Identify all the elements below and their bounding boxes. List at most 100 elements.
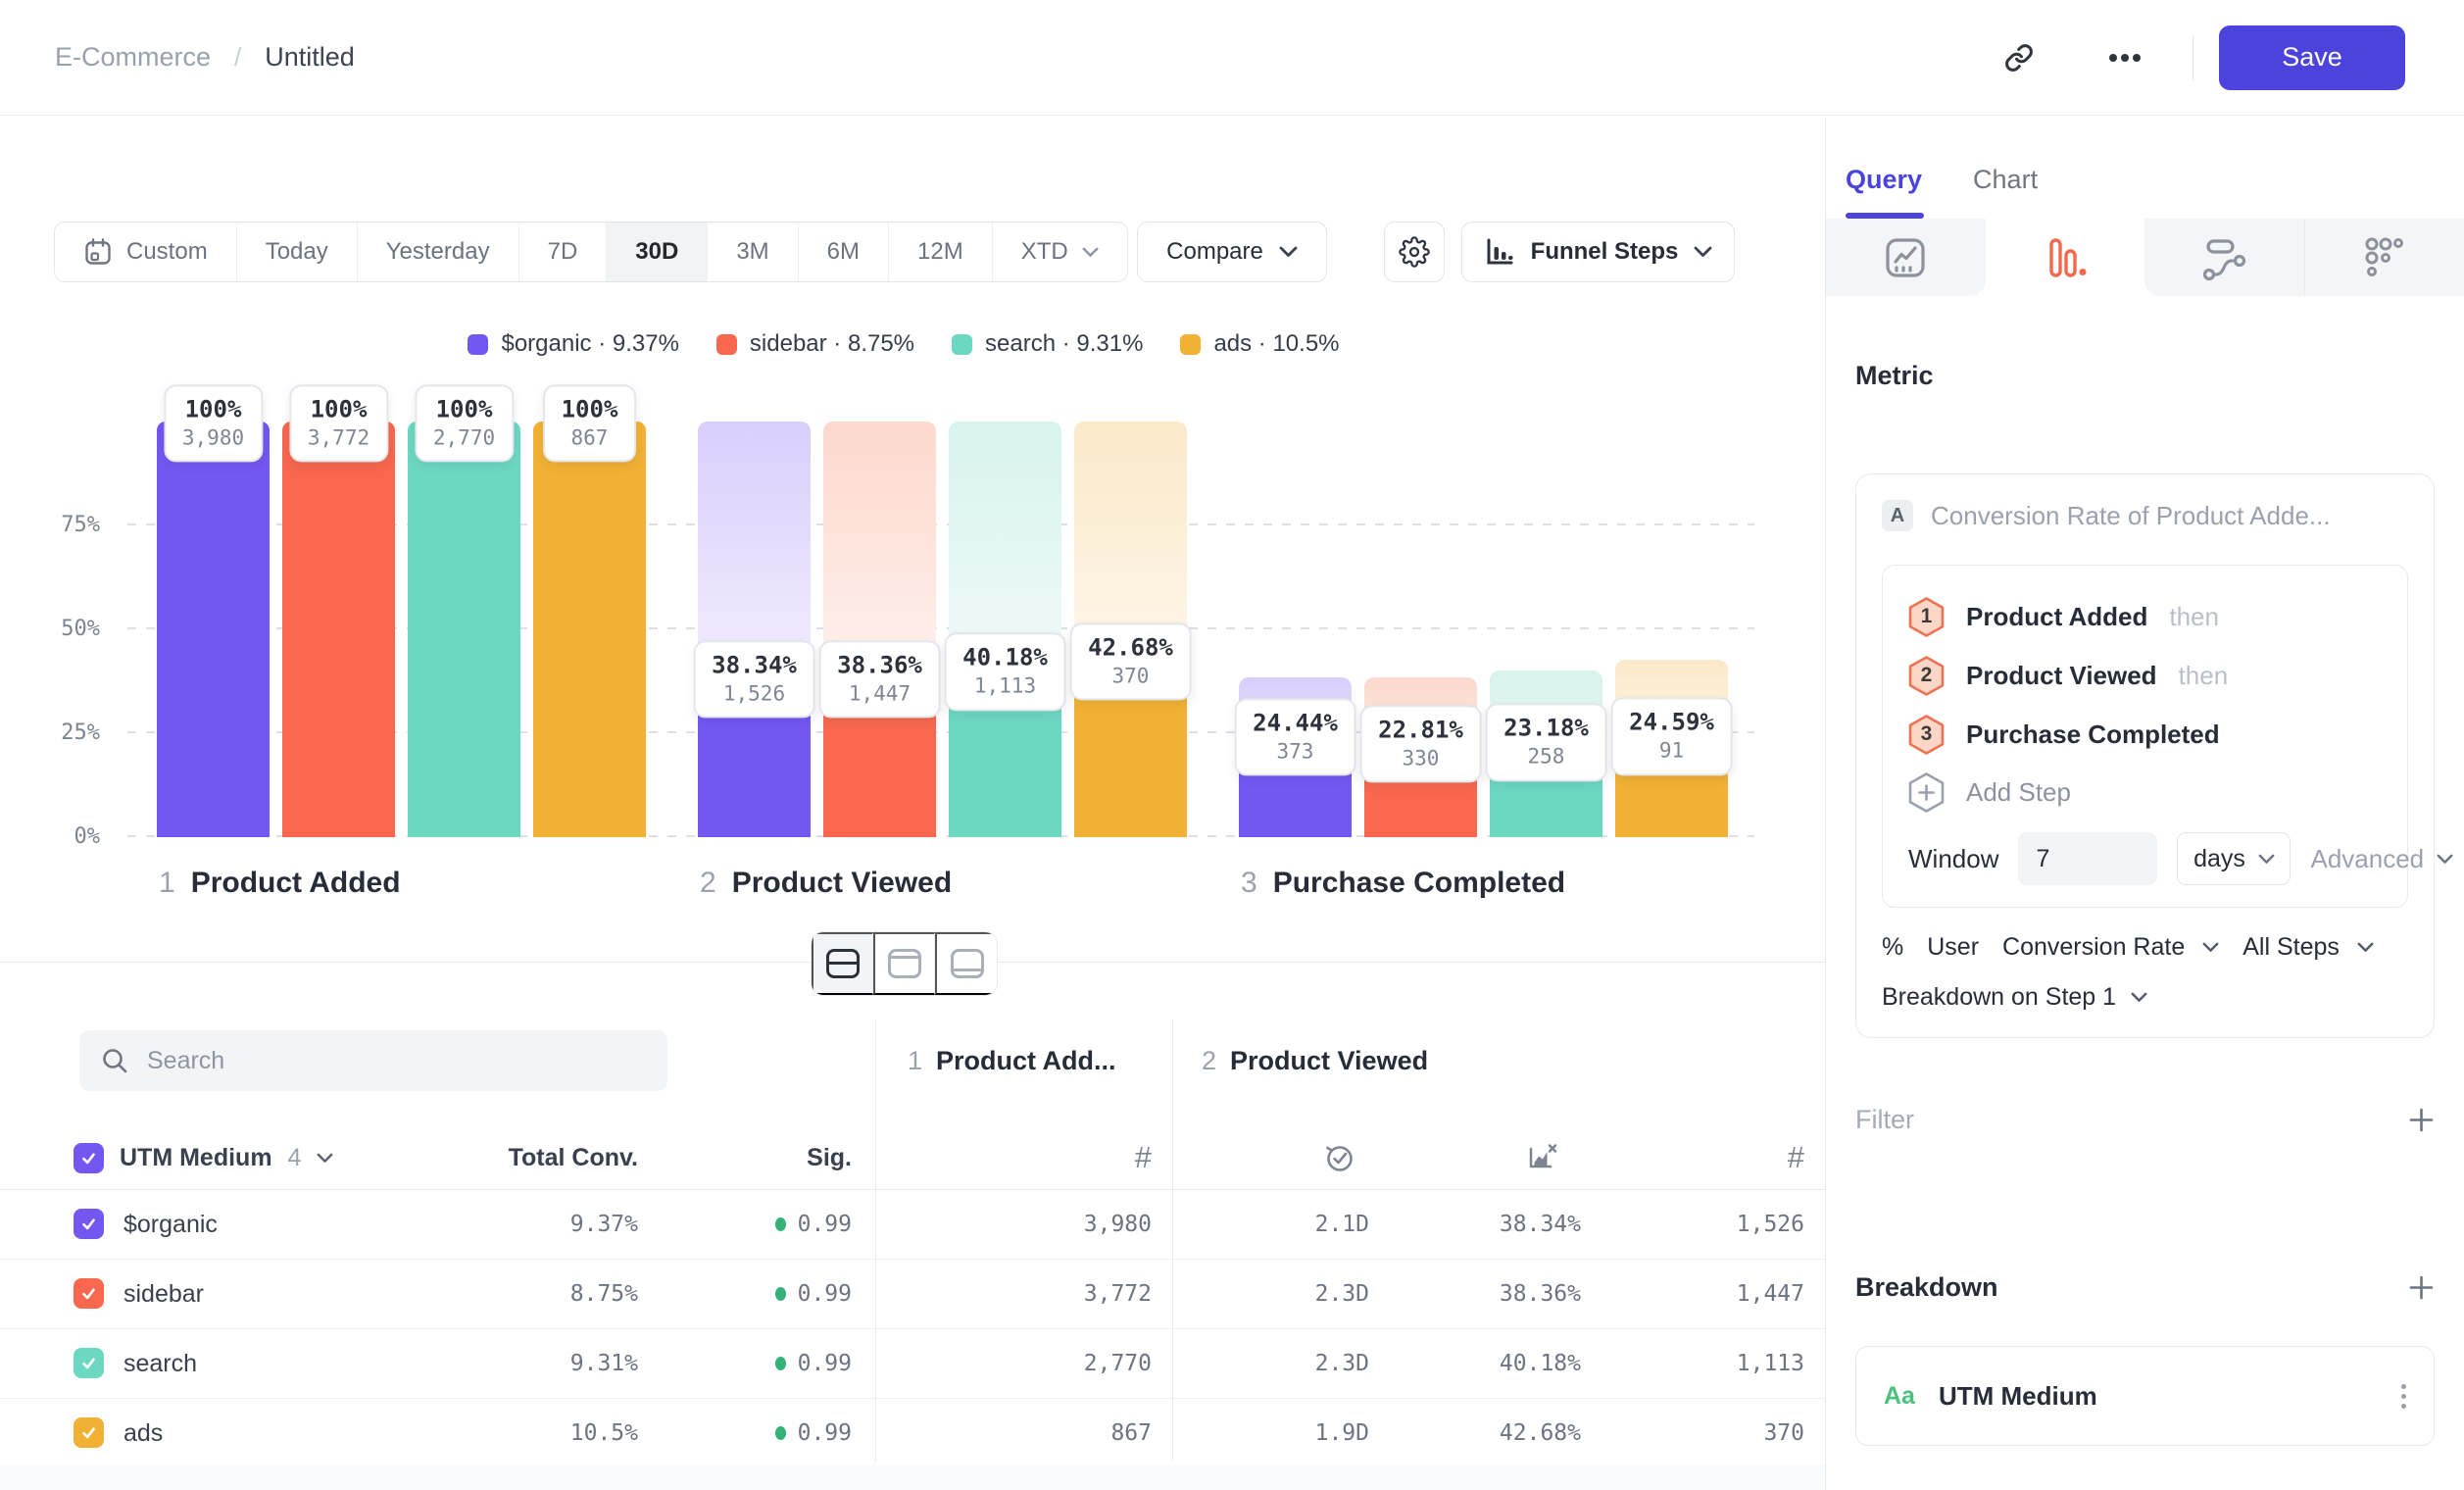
sig-dot	[775, 1217, 786, 1231]
step2-label: Product Viewed	[1230, 1046, 1428, 1075]
total-conv-column-header[interactable]: Total Conv.	[509, 1138, 638, 1177]
bar-ads-step1[interactable]: 100%867	[533, 422, 646, 837]
range-custom[interactable]: Custom	[55, 223, 237, 281]
table-row-sidebar: sidebar0.998.75%3,7722.3D38.36%1,447	[0, 1260, 1825, 1329]
row-checkbox[interactable]	[74, 1278, 104, 1309]
search-input[interactable]	[145, 1046, 646, 1076]
compare-button[interactable]: Compare	[1137, 222, 1327, 282]
query-step-1[interactable]: 1Product Addedthen	[1908, 587, 2382, 646]
flows-icon	[2200, 234, 2247, 281]
range-xtd[interactable]: XTD	[993, 223, 1127, 281]
view-chart-only-button[interactable]	[873, 932, 935, 995]
legend-item-search[interactable]: search · 9.31%	[952, 330, 1143, 358]
bar-ads-step3[interactable]: 24.59%91	[1615, 422, 1728, 837]
bar-count-value: 258	[1503, 744, 1589, 770]
bar-fill	[282, 422, 395, 837]
bar-value-badge: 100%3,772	[289, 384, 388, 462]
conv-rate-column-icon[interactable]	[1525, 1138, 1558, 1177]
chart-type-selector[interactable]: Funnel Steps	[1461, 222, 1735, 282]
funnel-icon	[2042, 234, 2089, 281]
breadcrumb-workspace[interactable]: E-Commerce	[55, 42, 211, 73]
funnel-steps-list: 1Product Addedthen2Product Viewedthen3Pu…	[1908, 587, 2382, 764]
bar-pct-value: 40.18%	[962, 642, 1048, 672]
bar-count-value: 2,770	[433, 424, 495, 451]
window-value-input[interactable]	[2018, 832, 2157, 885]
sig-column-header[interactable]: Sig.	[807, 1138, 852, 1177]
add-filter-button[interactable]	[2408, 1107, 2435, 1133]
range-7d[interactable]: 7D	[519, 223, 608, 281]
step1-label: Product Add...	[936, 1046, 1116, 1075]
bar-count-value: 330	[1378, 745, 1463, 771]
bar-organic-step3[interactable]: 24.44%373	[1239, 422, 1352, 837]
tab-funnels[interactable]	[1986, 219, 2145, 296]
bar-search-step2[interactable]: 40.18%1,113	[949, 422, 1061, 837]
funnel-step-group-2: 38.34%1,52638.36%1,44740.18%1,11342.68%3…	[698, 422, 1187, 837]
count-column-icon[interactable]: #	[1135, 1138, 1152, 1177]
query-step-3[interactable]: 3Purchase Completed	[1908, 705, 2382, 764]
metric-title-row[interactable]: A Conversion Rate of Product Adde...	[1882, 500, 2408, 531]
conv-rate-value: 40.18%	[1500, 1329, 1581, 1398]
advanced-toggle[interactable]: Advanced	[2310, 844, 2453, 874]
legend-item-sidebar[interactable]: sidebar · 8.75%	[716, 330, 914, 358]
view-split-view-button[interactable]	[812, 932, 873, 995]
range-12m[interactable]: 12M	[889, 223, 993, 281]
select-all-checkbox[interactable]	[74, 1143, 104, 1173]
measure-scope-select[interactable]: All Steps	[2242, 933, 2340, 962]
kebab-menu-icon[interactable]	[2401, 1384, 2406, 1409]
bar-organic-step1[interactable]: 100%3,980	[157, 422, 270, 837]
measure-metric-select[interactable]: Conversion Rate	[2002, 933, 2185, 962]
range-3m[interactable]: 3M	[708, 223, 798, 281]
legend-swatch	[716, 334, 737, 355]
view-table-only-button[interactable]	[935, 932, 997, 995]
calendar-icon	[83, 237, 113, 267]
breakdown-on-select[interactable]: Breakdown on Step 1	[1882, 983, 2408, 1012]
breakdown-section-header: Breakdown	[1855, 1272, 2435, 1303]
range-yesterday[interactable]: Yesterday	[358, 223, 519, 281]
bar-organic-step2[interactable]: 38.34%1,526	[698, 422, 811, 837]
row-checkbox[interactable]	[74, 1348, 104, 1378]
report-title[interactable]: Untitled	[265, 42, 355, 73]
table-step2-header[interactable]: 2Product Viewed	[1202, 1046, 1428, 1076]
table-search	[79, 1030, 667, 1091]
count-column-icon[interactable]: #	[1788, 1138, 1804, 1177]
window-unit-select[interactable]: days	[2177, 832, 2291, 885]
tab-chart[interactable]: Chart	[1973, 165, 2038, 219]
more-options-button[interactable]	[2096, 29, 2153, 86]
add-step-button[interactable]: Add Step	[1908, 764, 2382, 820]
report-canvas: CustomTodayYesterday7D30D3M6M12MXTD Comp…	[0, 117, 1825, 1490]
table-body: $organic0.999.37%3,9802.1D38.34%1,526sid…	[0, 1189, 1825, 1468]
chart-settings-button[interactable]	[1384, 222, 1445, 282]
legend-swatch	[952, 334, 972, 355]
save-button[interactable]: Save	[2219, 25, 2405, 90]
range-6m[interactable]: 6M	[799, 223, 889, 281]
tab-flows[interactable]	[2144, 219, 2305, 296]
query-sidebar: Query Chart	[1825, 117, 2464, 1490]
bar-sidebar-step1[interactable]: 100%3,772	[282, 422, 395, 837]
bar-sidebar-step3[interactable]: 22.81%330	[1364, 422, 1477, 837]
total-conv-value: 9.37%	[570, 1190, 638, 1259]
measure-entity[interactable]: User	[1927, 933, 1979, 962]
bar-sidebar-step2[interactable]: 38.36%1,447	[823, 422, 936, 837]
table-step1-header[interactable]: 1Product Add...	[908, 1046, 1116, 1076]
group-by-header[interactable]: UTM Medium 4	[74, 1138, 333, 1177]
tab-retention[interactable]	[2305, 219, 2464, 296]
query-step-2[interactable]: 2Product Viewedthen	[1908, 646, 2382, 705]
bar-ads-step2[interactable]: 42.68%370	[1074, 422, 1187, 837]
row-checkbox[interactable]	[74, 1417, 104, 1448]
legend-item-organic[interactable]: $organic · 9.37%	[468, 330, 678, 358]
breakdown-item-utm-medium[interactable]: AaUTM Medium	[1855, 1346, 2435, 1446]
breakdown-items: AaUTM Medium	[1855, 1346, 2435, 1446]
metric-section-heading: Metric	[1855, 361, 2435, 391]
add-breakdown-button[interactable]	[2408, 1274, 2435, 1301]
tab-insights[interactable]	[1826, 219, 1986, 296]
bar-search-step3[interactable]: 23.18%258	[1490, 422, 1602, 837]
bar-search-step1[interactable]: 100%2,770	[408, 422, 520, 837]
tab-query[interactable]: Query	[1846, 165, 1922, 219]
range-today[interactable]: Today	[237, 223, 358, 281]
range-30d[interactable]: 30D	[607, 223, 708, 281]
share-link-button[interactable]	[1991, 29, 2047, 86]
bar-value-badge: 24.44%373	[1234, 698, 1356, 775]
legend-item-ads[interactable]: ads · 10.5%	[1180, 330, 1339, 358]
row-checkbox[interactable]	[74, 1209, 104, 1239]
avg-time-column-icon[interactable]	[1323, 1138, 1356, 1177]
